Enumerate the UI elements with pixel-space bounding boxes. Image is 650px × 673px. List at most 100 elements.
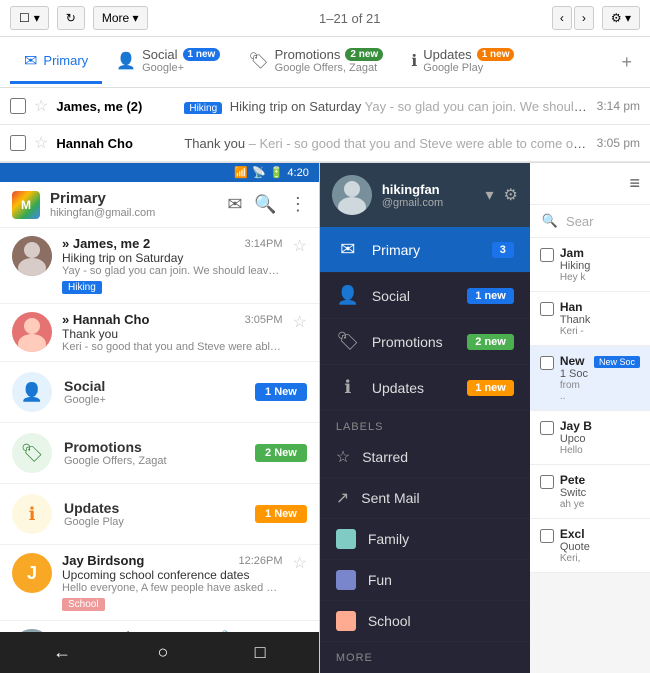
- updates-category-icon: ℹ: [12, 494, 52, 534]
- dropdown-icon[interactable]: ▾: [485, 185, 493, 205]
- preview-checkbox[interactable]: [540, 356, 554, 370]
- recents-button[interactable]: □: [255, 642, 266, 663]
- drawer-label-important[interactable]: ▶ Important: [320, 668, 530, 673]
- drawer-label-school[interactable]: School: [320, 601, 530, 642]
- phone-subject: Upcoming school conference dates: [62, 568, 283, 582]
- drawer-email: @gmail.com: [382, 197, 476, 209]
- table-row[interactable]: ☆ Hannah Cho Thank you – Keri - so good …: [0, 125, 650, 162]
- preview-checkbox[interactable]: [540, 529, 554, 543]
- tab-social-label: Social: [142, 47, 177, 62]
- home-button[interactable]: ○: [158, 642, 169, 663]
- phone-time: 3:05PM: [245, 314, 283, 326]
- back-button[interactable]: ←: [53, 642, 71, 663]
- list-item[interactable]: Han Thank Keri -: [530, 292, 650, 346]
- email-count: 1–21 of 21: [156, 11, 544, 26]
- drawer-label-family[interactable]: Family: [320, 519, 530, 560]
- drawer-avatar: [332, 175, 372, 215]
- email-sender: James, me (2): [56, 99, 176, 114]
- wifi-icon: 📡: [252, 166, 266, 179]
- more-section-title: More: [320, 642, 530, 668]
- list-item[interactable]: Excl Quote Keri,: [530, 519, 650, 573]
- preview-checkbox[interactable]: [540, 248, 554, 262]
- list-item[interactable]: 🏷 Promotions Google Offers, Zagat 2 New: [0, 423, 319, 484]
- next-page-button[interactable]: ›: [574, 6, 594, 30]
- refresh-button[interactable]: ↻: [57, 6, 85, 30]
- promotions-category-icon: 🏷: [12, 433, 52, 473]
- search-icon[interactable]: 🔍: [254, 194, 276, 215]
- more-button[interactable]: More ▾: [93, 6, 148, 30]
- preview-content: Jay B Upco Hello: [560, 419, 640, 456]
- drawer-item-primary[interactable]: ✉ Primary 3: [320, 227, 530, 273]
- preview-checkbox[interactable]: [540, 475, 554, 489]
- label-name: Family: [368, 531, 514, 547]
- preview-checkbox[interactable]: [540, 421, 554, 435]
- preview-content: New 1 Soc from ..: [560, 354, 588, 402]
- email-sender: Hannah Cho: [56, 136, 176, 151]
- email-content: Jay Birdsong 12:26PM Upcoming school con…: [62, 553, 283, 612]
- promotions-icon: 🏷: [336, 331, 360, 352]
- drawer-item-label: Primary: [372, 242, 480, 258]
- list-item[interactable]: » James, me 2 3:14PM Hiking trip on Satu…: [0, 228, 319, 304]
- avatar: J: [12, 553, 52, 593]
- list-item[interactable]: Jay B Upco Hello: [530, 411, 650, 465]
- dropdown-arrow: ▾: [34, 11, 40, 25]
- list-item[interactable]: Jam Hiking Hey k: [530, 238, 650, 292]
- label-color-dot: [336, 529, 356, 549]
- school-tag: School: [62, 598, 105, 611]
- star-icon[interactable]: ☆: [293, 553, 307, 573]
- prev-page-button[interactable]: ‹: [552, 6, 572, 30]
- pagination-controls: ‹ ›: [552, 6, 594, 30]
- list-item[interactable]: ℹ Updates Google Play 1 New: [0, 484, 319, 545]
- refresh-icon: ↻: [66, 11, 76, 25]
- table-row[interactable]: ☆ James, me (2) Hiking Hiking trip on Sa…: [0, 88, 650, 125]
- tab-social[interactable]: 👤 Social 1 new Google+: [102, 37, 234, 87]
- tabs-row: ✉ Primary 👤 Social 1 new Google+ 🏷 Promo…: [0, 37, 650, 88]
- phone-time: 12:26PM: [238, 555, 282, 567]
- signal-icon: 📶: [234, 166, 248, 179]
- drawer-label-fun[interactable]: Fun: [320, 560, 530, 601]
- preview-topbar: ≡: [530, 163, 650, 205]
- hiking-tag: Hiking: [62, 281, 102, 294]
- drawer-item-updates[interactable]: ℹ Updates 1 new: [320, 365, 530, 411]
- star-icon[interactable]: ☆: [34, 133, 48, 153]
- email-checkbox[interactable]: [10, 135, 26, 151]
- preview-search-bar[interactable]: 🔍 Sear: [530, 205, 650, 238]
- preview-checkbox[interactable]: [540, 302, 554, 316]
- more-icon[interactable]: ⋮: [289, 194, 307, 215]
- list-item[interactable]: » Hannah Cho 3:05PM Thank you Keri - so …: [0, 304, 319, 362]
- star-icon[interactable]: ☆: [34, 96, 48, 116]
- tab-updates-label: Updates: [423, 47, 471, 62]
- star-icon[interactable]: ☆: [293, 312, 307, 332]
- label-color-dot: [336, 611, 356, 631]
- drawer-label-sent[interactable]: ↗ Sent Mail: [320, 478, 530, 519]
- list-item[interactable]: New 1 Soc from .. New Soc: [530, 346, 650, 411]
- drawer-label-starred[interactable]: ☆ Starred: [320, 437, 530, 478]
- social-category-icon: 👤: [12, 372, 52, 412]
- list-item[interactable]: J Jay Birdsong 12:26PM Upcoming school c…: [0, 545, 319, 621]
- list-item[interactable]: Pete Switc ah ye: [530, 465, 650, 519]
- select-all-button[interactable]: ☐ ▾: [10, 6, 49, 30]
- email-content: » James, me 2 3:14PM Hiking trip on Satu…: [62, 236, 283, 295]
- list-item[interactable]: 👤 Social Google+ 1 New: [0, 362, 319, 423]
- email-checkbox[interactable]: [10, 98, 26, 114]
- phone-preview: Hello everyone, A few people have asked …: [62, 582, 283, 594]
- social-sub: Google+: [142, 62, 220, 74]
- settings-icon[interactable]: ⚙: [504, 185, 518, 205]
- gmail-logo: M: [12, 191, 40, 219]
- settings-button[interactable]: ⚙ ▾: [602, 6, 640, 30]
- tab-primary[interactable]: ✉ Primary: [10, 41, 102, 84]
- promotions-badge: 2 new: [345, 48, 383, 61]
- compose-icon[interactable]: ✉: [227, 194, 242, 215]
- tab-promotions[interactable]: 🏷 Promotions 2 new Google Offers, Zagat: [234, 37, 397, 87]
- promotions-icon: 🏷: [248, 51, 268, 71]
- drawer-item-social[interactable]: 👤 Social 1 new: [320, 273, 530, 319]
- drawer-item-promotions[interactable]: 🏷 Promotions 2 new: [320, 319, 530, 365]
- phone-time: 3:14PM: [245, 238, 283, 250]
- gmail-title-section: Primary hikingfan@gmail.com: [50, 190, 217, 219]
- labels-section-title: Labels: [320, 411, 530, 437]
- tab-updates[interactable]: ℹ Updates 1 new Google Play: [397, 37, 528, 87]
- preview-panel: ≡ 🔍 Sear Jam Hiking Hey k: [530, 163, 650, 673]
- star-icon[interactable]: ☆: [293, 236, 307, 256]
- add-tab-button[interactable]: +: [613, 44, 640, 81]
- hamburger-menu-button[interactable]: ≡: [629, 173, 640, 194]
